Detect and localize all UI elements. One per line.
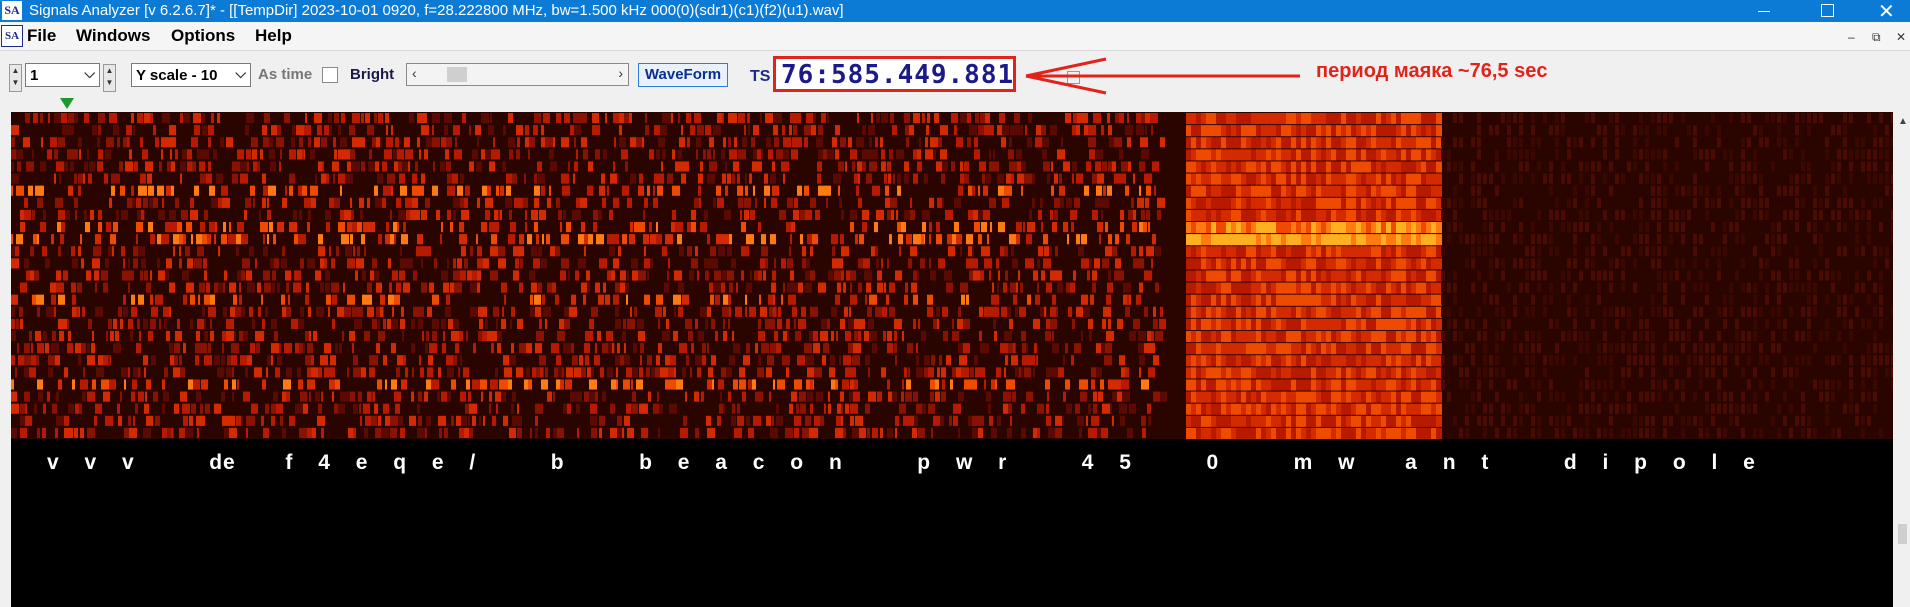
yscale-spinner[interactable]: ▲ ▼	[103, 64, 116, 92]
annotation-text: период маяка ~76,5 sec	[1316, 60, 1548, 82]
waveform-button[interactable]: WaveForm	[638, 63, 728, 87]
yscale-value: Y scale - 10	[136, 67, 218, 84]
ts-value: 76:585.449.881	[781, 60, 1015, 90]
mdi-close-icon[interactable]: ✕	[1896, 30, 1906, 44]
decoded-text: v v v de f 4 e q e / b b e a c o n p w r…	[47, 451, 1756, 474]
maximize-button[interactable]	[1804, 0, 1850, 22]
bright-checkbox[interactable]	[322, 67, 338, 83]
scroll-up-icon[interactable]: ▲	[1898, 116, 1908, 127]
channel-select[interactable]: 1 ⌵	[25, 63, 100, 87]
channel-spinner[interactable]: ▲ ▼	[9, 64, 22, 92]
chevron-down-icon: ⌵	[84, 65, 95, 81]
menu-options[interactable]: Options	[171, 26, 235, 46]
bright-label: Bright	[350, 66, 395, 83]
toolbar: ▲ ▼ 1 ⌵ ▲ ▼ Y scale - 10 ⌵ As time Bright …	[0, 50, 1910, 107]
spectrogram-image	[11, 112, 1893, 439]
document-icon[interactable]: SA	[1, 25, 23, 47]
channel-value: 1	[30, 67, 39, 84]
vertical-scroll-thumb[interactable]	[1898, 524, 1907, 544]
close-button[interactable]: ✕	[1864, 0, 1910, 23]
menu-bar: SA File Windows Options Help – ⧉ ✕	[0, 22, 1910, 50]
ts-readout-highlight: 76:585.449.881	[773, 56, 1016, 92]
menu-windows[interactable]: Windows	[76, 26, 150, 46]
chevron-down-icon: ⌵	[235, 65, 246, 81]
window-title: Signals Analyzer [v 6.2.6.7]* - [[TempDi…	[29, 2, 844, 19]
minimize-button[interactable]	[1741, 0, 1787, 22]
vertical-scrollbar[interactable]: ▲	[1895, 112, 1910, 607]
menu-help[interactable]: Help	[255, 26, 292, 46]
position-marker-icon[interactable]	[60, 98, 74, 109]
scroll-left-icon[interactable]: ‹	[412, 65, 417, 81]
mdi-restore-icon[interactable]: ⧉	[1872, 30, 1881, 45]
maximize-icon	[1821, 4, 1834, 17]
yscale-select[interactable]: Y scale - 10 ⌵	[131, 63, 251, 87]
ts-label: TS	[750, 68, 771, 85]
menu-file[interactable]: File	[27, 26, 56, 46]
minimize-icon	[1758, 11, 1770, 12]
horizontal-scrollbar[interactable]: ‹ ›	[406, 63, 629, 86]
close-icon: ✕	[1878, 1, 1895, 23]
title-bar: SA Signals Analyzer [v 6.2.6.7]* - [[Tem…	[0, 0, 1910, 23]
mdi-minimize-icon[interactable]: –	[1848, 30, 1855, 44]
app-icon: SA	[2, 1, 22, 20]
as-time-label[interactable]: As time	[258, 66, 312, 83]
scroll-thumb[interactable]	[447, 67, 467, 82]
spectrogram[interactable]	[11, 112, 1893, 607]
scroll-right-icon[interactable]: ›	[618, 65, 623, 81]
annotation-arrow-icon	[1025, 57, 1300, 95]
